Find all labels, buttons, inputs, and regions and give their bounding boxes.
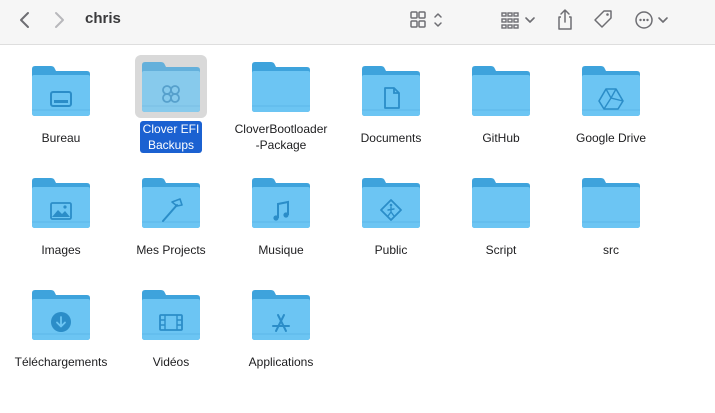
folder-label: CloverBootloader -Package [234, 122, 328, 152]
folder-icon[interactable] [355, 167, 427, 239]
folder-label: Google Drive [575, 131, 647, 145]
folder-icon[interactable] [575, 167, 647, 239]
folder-icon[interactable] [135, 279, 207, 351]
image-icon [32, 178, 90, 228]
folder-icon[interactable] [245, 55, 317, 118]
more-actions-icon[interactable] [632, 8, 672, 32]
folder-item[interactable]: Vidéos [117, 269, 225, 377]
download-arrow-icon [32, 290, 90, 340]
folder-icon[interactable] [135, 55, 207, 118]
folder-label: GitHub [482, 131, 520, 145]
folder-label: Applications [248, 355, 314, 369]
folder-label: Images [41, 243, 81, 257]
music-note-icon [252, 178, 310, 228]
folder-label: Script [485, 243, 517, 257]
film-icon [142, 290, 200, 340]
google-drive-icon [582, 66, 640, 116]
folder-item[interactable]: Mes Projects [117, 157, 225, 265]
folder-icon[interactable] [355, 55, 427, 127]
folder-item[interactable]: Public [337, 157, 445, 265]
group-by-icon[interactable] [498, 8, 540, 32]
folder-icon[interactable] [245, 167, 317, 239]
folder-icon[interactable] [25, 279, 97, 351]
folder-item[interactable]: Script [447, 157, 555, 265]
folder-grid: Bureau Clover EFI Backups CloverBootloader… [0, 45, 715, 413]
folder-label: Vidéos [152, 355, 190, 369]
folder-item[interactable]: GitHub [447, 45, 555, 153]
folder-label: Documents [360, 131, 422, 145]
tag-icon[interactable] [591, 8, 615, 32]
folder-label: Public [374, 243, 408, 257]
public-icon [362, 178, 420, 228]
icon-view-grid-icon[interactable] [407, 8, 447, 32]
finder-toolbar: chris [0, 0, 715, 45]
folder-item[interactable]: CloverBootloader -Package [227, 45, 335, 153]
folder-icon[interactable] [465, 167, 537, 239]
folder-label: Musique [258, 243, 304, 257]
folder-label: Téléchargements [14, 355, 108, 369]
folder-item[interactable]: Clover EFI Backups [117, 45, 225, 153]
desktop-icon [32, 66, 90, 116]
folder-item[interactable]: Applications [227, 269, 335, 377]
folder-item[interactable]: src [557, 157, 665, 265]
folder-label: Bureau [41, 131, 81, 145]
folder-item[interactable]: Musique [227, 157, 335, 265]
chevron-right-icon[interactable] [48, 9, 70, 31]
chevron-left-icon[interactable] [14, 9, 36, 31]
folder-icon[interactable] [575, 55, 647, 127]
app-store-icon [252, 290, 310, 340]
folder-icon[interactable] [25, 167, 97, 239]
hammer-icon [142, 178, 200, 228]
document-icon [362, 66, 420, 116]
share-icon[interactable] [554, 7, 576, 33]
folder-item[interactable]: Bureau [7, 45, 115, 153]
folder-label: Mes Projects [136, 243, 206, 257]
folder-icon[interactable] [245, 279, 317, 351]
folder-label: src [603, 243, 619, 257]
folder-item[interactable]: Images [7, 157, 115, 265]
folder-item[interactable]: Documents [337, 45, 445, 153]
folder-item[interactable]: Téléchargements [7, 269, 115, 377]
folder-icon[interactable] [465, 55, 537, 127]
folder-label: Clover EFI Backups [139, 121, 203, 153]
clover-icon [142, 61, 200, 112]
window-title: chris [85, 10, 121, 27]
folder-icon[interactable] [25, 55, 97, 127]
folder-item[interactable]: Google Drive [557, 45, 665, 153]
folder-icon[interactable] [135, 167, 207, 239]
